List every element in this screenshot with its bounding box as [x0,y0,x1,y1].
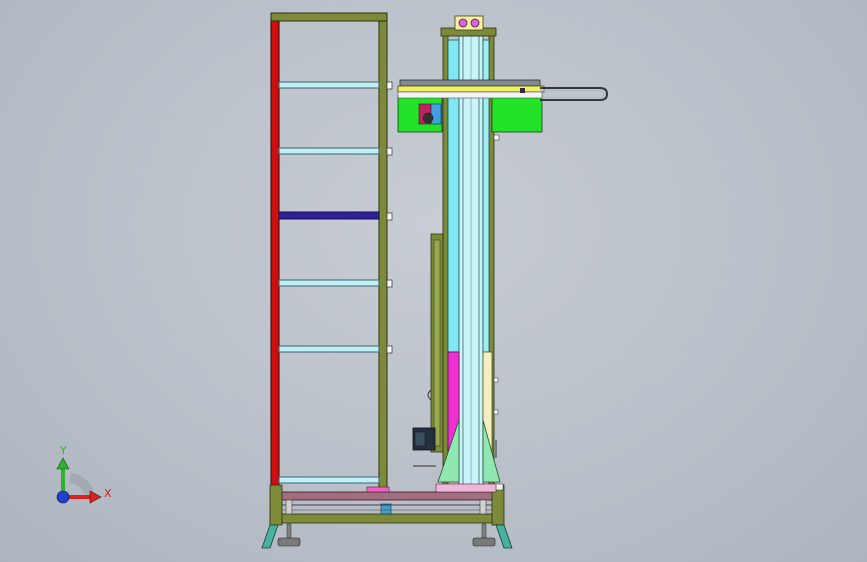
column-marker [493,134,500,141]
triad-arc-icon [69,473,95,498]
carriage-green-right [491,95,543,133]
cable-chain-icon [540,87,609,101]
base-pink-strip [435,483,497,493]
base-post-left [269,484,283,526]
motor-face [414,431,426,447]
rack-left-upright [270,13,280,489]
base-leg [479,499,487,515]
rack-bracket [386,345,393,354]
carriage-top-rail [399,79,541,87]
base-leg [285,499,293,515]
cad-viewport[interactable]: Y X [0,0,867,562]
y-axis-arrow-head [56,457,70,470]
rack-shelf [278,279,380,287]
top-carriage-assembly [397,79,609,133]
base-lower-beam [269,513,504,524]
column-rail-left [442,31,449,488]
column-side-panel-inner [433,239,441,447]
coordinate-triad: Y X [56,444,112,504]
leveling-foot-stem [481,523,487,539]
rack-shelf [278,81,380,89]
storage-rack [270,12,393,489]
pulley-icon [458,18,468,28]
rack-bracket [386,212,393,221]
rack-top-beam [270,12,388,22]
leveling-foot-stem [286,523,292,539]
base-frame [261,483,513,549]
y-axis-label: Y [59,444,67,457]
base-pink-strip [366,486,390,493]
pulley-icon [470,18,480,28]
gripper-wheel-icon [422,112,434,124]
base-foot-right [495,524,513,549]
rack-bracket [386,147,393,156]
leveling-foot-pad [277,537,301,547]
rack-bracket [386,81,393,90]
x-axis-label: X [104,487,112,500]
column-marker [493,409,499,415]
gripper-block [430,103,442,125]
x-axis-arrow-head [89,490,102,504]
column-marker [493,377,499,383]
leveling-foot-pad [472,537,496,547]
rack-shelf [278,147,380,155]
rack-right-upright [378,13,388,489]
z-axis-dot-icon [56,490,70,504]
rack-shelf [278,476,380,484]
base-foot-left [261,524,279,549]
cable-loop [427,389,432,401]
assembly-drawing: Y X [56,12,609,549]
carriage-marker [520,88,525,93]
rack-shelf [278,345,380,353]
base-top-beam [280,491,496,501]
rack-bracket [386,279,393,288]
rack-shelf-blue [278,211,380,220]
cable-chain-inner [540,90,605,98]
